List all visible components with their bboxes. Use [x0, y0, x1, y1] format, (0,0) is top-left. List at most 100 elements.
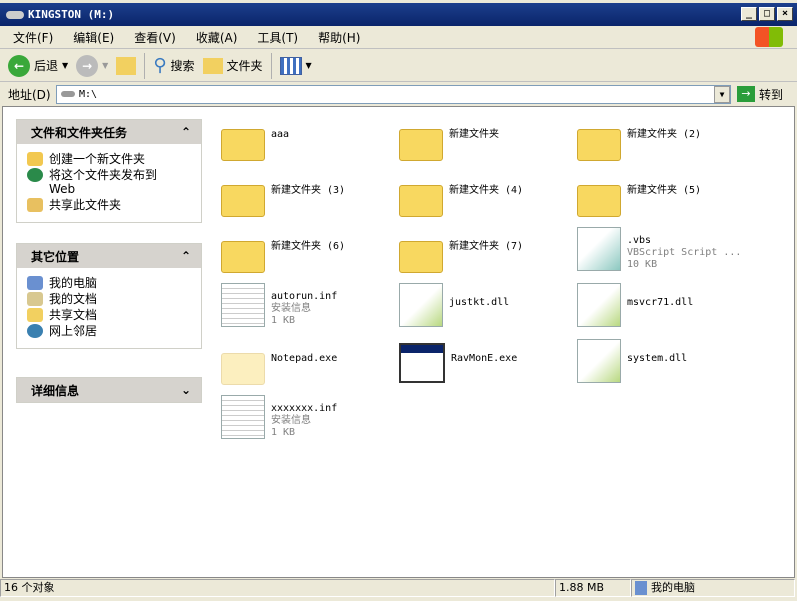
file-name: system.dll [627, 353, 688, 364]
menu-file[interactable]: 文件(F) [13, 29, 53, 46]
collapse-icon[interactable]: ⌃ [181, 125, 191, 139]
file-item[interactable]: autorun.inf 安装信息 1 KB [221, 283, 399, 333]
status-location: 我的电脑 [631, 579, 795, 597]
network-icon [27, 324, 43, 338]
task-publish-web[interactable]: 将这个文件夹发布到 Web [27, 168, 201, 196]
file-name: 新建文件夹 (2) [627, 129, 702, 140]
vbs-file-icon [577, 227, 621, 271]
file-name: autorun.inf [271, 291, 338, 302]
dll-file-icon [577, 339, 621, 383]
inf-file-icon [221, 283, 265, 327]
place-shared-documents[interactable]: 共享文档 [27, 308, 201, 322]
panel-title: 文件和文件夹任务 [31, 125, 128, 140]
file-item[interactable]: Notepad.exe [221, 339, 399, 389]
file-item[interactable]: 新建文件夹 (3) [221, 171, 399, 221]
back-arrow-icon: ← [8, 54, 30, 77]
up-folder-button[interactable] [116, 56, 137, 75]
expand-icon[interactable]: ⌄ [181, 383, 191, 397]
file-name: 新建文件夹 (3) [271, 185, 346, 196]
folder-icon [399, 241, 443, 273]
folder-icon [27, 308, 43, 322]
place-network[interactable]: 网上邻居 [27, 324, 201, 338]
file-item[interactable]: 新建文件夹 (4) [399, 171, 577, 221]
collapse-icon[interactable]: ⌃ [181, 249, 191, 263]
file-item[interactable]: 新建文件夹 (7) [399, 227, 577, 277]
go-arrow-icon: → [737, 86, 755, 102]
file-info: xxxxxxx.inf 安装信息 1 KB [271, 395, 337, 439]
file-item[interactable]: aaa [221, 115, 399, 165]
address-value: M:\ [79, 88, 98, 100]
file-name: 新建文件夹 (5) [627, 185, 702, 196]
file-item[interactable]: 新建文件夹 (5) [577, 171, 755, 221]
file-tasks-panel: 文件和文件夹任务 ⌃ 创建一个新文件夹 将这个文件夹发布到 Web 共享此文件夹 [16, 119, 202, 223]
place-label: 网上邻居 [49, 324, 98, 338]
address-dropdown[interactable]: ▼ [714, 85, 730, 103]
status-size: 1.88 MB [555, 579, 631, 597]
task-share-folder[interactable]: 共享此文件夹 [27, 198, 201, 212]
folders-button[interactable]: 文件夹 [202, 57, 263, 74]
details-panel: 详细信息 ⌄ [16, 377, 202, 403]
menu-favorites[interactable]: 收藏(A) [196, 29, 238, 46]
file-item[interactable]: .vbs VBScript Script ... 10 KB [577, 227, 755, 277]
go-button[interactable]: → 转到 [737, 86, 783, 103]
views-icon [279, 56, 302, 75]
file-name: 新建文件夹 (7) [449, 241, 524, 252]
file-size: 1 KB [271, 427, 296, 438]
file-item[interactable]: msvcr71.dll [577, 283, 755, 333]
go-label: 转到 [759, 87, 784, 102]
file-item[interactable]: 新建文件夹 [399, 115, 577, 165]
search-button[interactable]: ⚲ 搜索 [153, 55, 194, 76]
address-input[interactable]: M:\ ▼ [56, 84, 731, 104]
file-size: 10 KB [627, 259, 658, 270]
forward-button[interactable]: → ▼ [76, 54, 108, 77]
search-icon: ⚲ [153, 55, 167, 76]
file-item[interactable]: RavMonE.exe [399, 339, 577, 389]
file-item[interactable]: 新建文件夹 (6) [221, 227, 399, 277]
folder-icon [221, 241, 265, 273]
views-button[interactable]: ▼ [279, 56, 312, 75]
task-new-folder[interactable]: 创建一个新文件夹 [27, 152, 201, 166]
folder-icon [577, 129, 621, 161]
file-name: 新建文件夹 [449, 129, 499, 140]
file-desc: 安装信息 [271, 303, 311, 314]
folder-icon [221, 185, 265, 217]
file-item[interactable]: justkt.dll [399, 283, 577, 333]
close-button[interactable]: × [777, 7, 793, 21]
folders-label: 文件夹 [226, 59, 263, 73]
menu-view[interactable]: 查看(V) [134, 29, 176, 46]
documents-icon [27, 292, 43, 306]
folder-icon [221, 129, 265, 161]
panel-title: 其它位置 [31, 249, 80, 264]
place-my-computer[interactable]: 我的电脑 [27, 276, 201, 290]
back-button[interactable]: ← 后退 ▼ [8, 54, 68, 77]
minimize-button[interactable]: _ [741, 7, 757, 21]
file-name: RavMonE.exe [451, 353, 518, 364]
address-bar: 地址(D) M:\ ▼ → 转到 [0, 83, 797, 105]
menu-edit[interactable]: 编辑(E) [73, 29, 114, 46]
panel-header[interactable]: 详细信息 ⌄ [17, 378, 201, 402]
task-label: 将这个文件夹发布到 Web [49, 168, 158, 196]
drive-icon [61, 91, 75, 97]
file-info: justkt.dll [449, 283, 509, 309]
place-my-documents[interactable]: 我的文档 [27, 292, 201, 306]
file-name: aaa [271, 129, 290, 140]
task-label: 创建一个新文件夹 [49, 152, 146, 166]
panel-title: 详细信息 [31, 383, 80, 398]
file-item[interactable]: xxxxxxx.inf 安装信息 1 KB [221, 395, 399, 445]
folders-icon [202, 57, 223, 74]
file-desc: VBScript Script ... [627, 247, 742, 258]
folder-icon [399, 129, 443, 161]
file-info: RavMonE.exe [451, 339, 517, 365]
exe-window-icon [399, 343, 445, 383]
file-info: 新建文件夹 (6) [271, 227, 345, 253]
panel-header[interactable]: 文件和文件夹任务 ⌃ [17, 120, 201, 144]
panel-header[interactable]: 其它位置 ⌃ [17, 244, 201, 268]
maximize-button[interactable]: □ [759, 7, 775, 21]
menu-tools[interactable]: 工具(T) [257, 29, 298, 46]
file-name: justkt.dll [449, 297, 510, 308]
file-item[interactable]: 新建文件夹 (2) [577, 115, 755, 165]
windows-logo-icon [755, 27, 783, 47]
file-item[interactable]: system.dll [577, 339, 755, 389]
menu-help[interactable]: 帮助(H) [318, 29, 360, 46]
menu-bar: 文件(F) 编辑(E) 查看(V) 收藏(A) 工具(T) 帮助(H) [0, 27, 797, 49]
